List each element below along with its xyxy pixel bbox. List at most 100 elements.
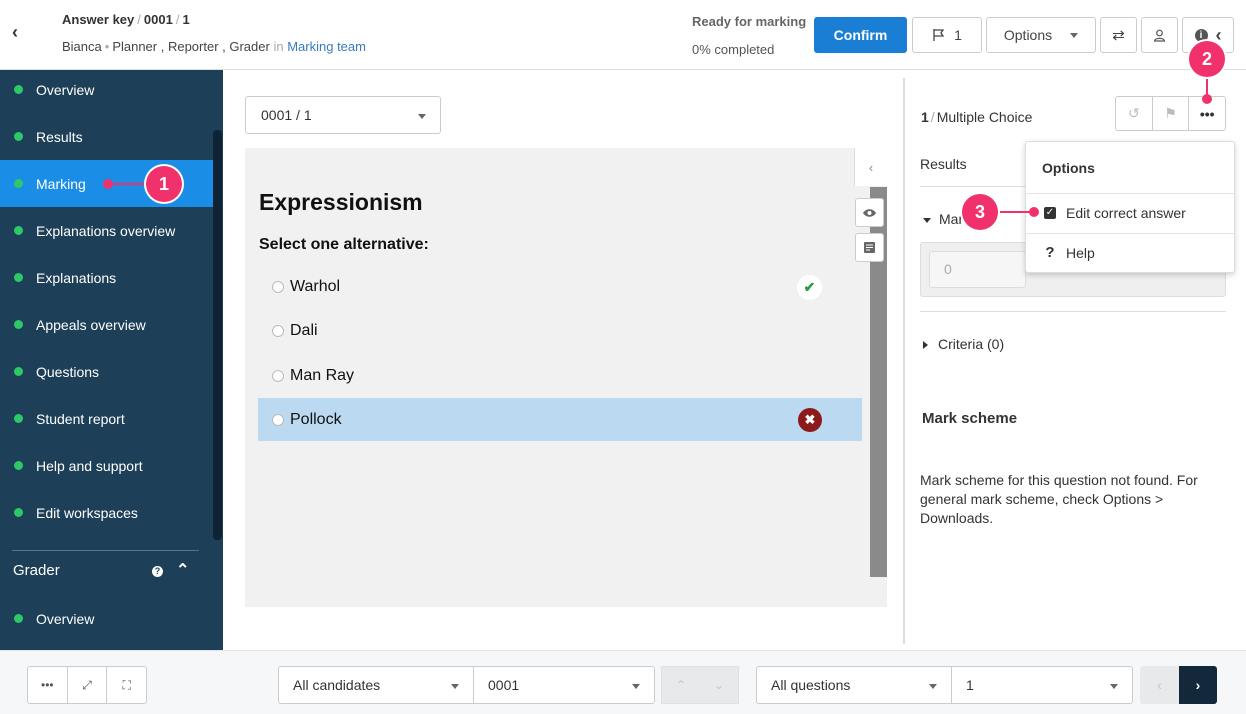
results-label: Results	[920, 156, 967, 172]
radio-button[interactable]	[272, 414, 284, 426]
sidebar-item-questions[interactable]: Questions	[0, 348, 213, 395]
help-icon[interactable]: ?	[152, 566, 163, 577]
status-title: Ready for marking	[692, 14, 807, 29]
swap-button[interactable]: ⇄	[1100, 17, 1137, 53]
status-dot-icon	[14, 132, 23, 141]
status-dot-icon	[14, 85, 23, 94]
chevron-down-icon[interactable]: ⌄	[700, 667, 738, 703]
mark-scheme-text: Mark scheme for this question not found.…	[920, 472, 1198, 526]
sidebar-item-edit-workspaces[interactable]: Edit workspaces	[0, 489, 213, 536]
sidebar-item-appeals-overview[interactable]: Appeals overview	[0, 301, 213, 348]
sidebar-item-label: Overview	[36, 610, 95, 627]
candidate-value: 0001	[488, 677, 520, 693]
view-controls: ••• ⤢ ⛶	[27, 666, 147, 704]
marks-section-toggle[interactable]: Mar	[923, 211, 963, 227]
radio-button[interactable]	[272, 370, 284, 382]
sidebar-item-explanations[interactable]: Explanations	[0, 254, 213, 301]
previous-button[interactable]: ‹	[1140, 666, 1179, 704]
divider	[1026, 193, 1234, 194]
chevron-down-icon	[632, 684, 640, 689]
chevron-down-icon	[451, 684, 459, 689]
options-dropdown: Options ✓ Edit correct answer ? Help	[1025, 141, 1235, 273]
question-number-select[interactable]: 1	[951, 666, 1133, 704]
status-dot-icon	[14, 614, 23, 623]
score-input[interactable]: 0	[929, 251, 1026, 288]
shrink-icon[interactable]: ⤢	[68, 667, 108, 703]
candidate-select[interactable]: 0001	[473, 666, 655, 704]
chevron-left-icon: ‹	[868, 159, 874, 175]
fullscreen-icon[interactable]: ⛶	[107, 667, 146, 703]
user-name: Bianca	[62, 39, 102, 54]
radio-button[interactable]	[272, 281, 284, 293]
sidebar-item-label: Overview	[36, 81, 95, 98]
options-button[interactable]: Options	[986, 17, 1096, 53]
question-number-value: 1	[966, 677, 974, 693]
sidebar-scrollbar[interactable]	[213, 130, 222, 540]
grader-section-title: Grader	[13, 562, 60, 579]
question-title: Expressionism	[259, 189, 423, 215]
sidebar-item-grader-overview[interactable]: Overview	[0, 595, 213, 642]
alternative-label: Warhol	[290, 277, 341, 295]
flag-icon	[933, 29, 945, 41]
status-dot-icon	[14, 367, 23, 376]
question-select[interactable]: 0001 / 1	[245, 96, 441, 134]
help-item[interactable]: ? Help	[1044, 244, 1094, 261]
caret-right-icon	[923, 341, 928, 350]
sidebar-item-label: Explanations overview	[36, 222, 176, 239]
menu-item-label: Edit correct answer	[1066, 205, 1186, 221]
chevron-down-icon	[418, 114, 426, 119]
alternative-man-ray[interactable]: Man Ray	[258, 354, 862, 397]
notes-button[interactable]	[855, 233, 884, 262]
chevron-left-icon: ‹	[1215, 24, 1222, 45]
questions-filter-value: All questions	[771, 677, 851, 693]
questions-filter-select[interactable]: All questions	[756, 666, 952, 704]
sidebar-item-label: Marking	[36, 175, 86, 192]
top-header: ‹ Answer key/0001/1 Bianca • Planner , Rep…	[0, 0, 1246, 70]
more-icon[interactable]: •••	[28, 667, 68, 703]
sidebar-item-results[interactable]: Results	[0, 113, 213, 160]
divider	[1026, 233, 1234, 234]
confirm-button[interactable]: Confirm	[814, 17, 907, 53]
question-type: Multiple Choice	[936, 109, 1033, 125]
flag-icon[interactable]: ⚑	[1153, 97, 1190, 130]
radio-button[interactable]	[272, 325, 284, 337]
alternative-dali[interactable]: Dali	[258, 309, 862, 352]
back-chevron-icon[interactable]: ‹	[12, 22, 32, 46]
sidebar-divider	[12, 550, 199, 551]
chevron-left-icon: ‹	[1157, 677, 1162, 693]
divider	[920, 311, 1226, 312]
alternative-warhol[interactable]: Warhol	[258, 265, 862, 308]
preview-button[interactable]	[855, 198, 884, 227]
edit-correct-answer-item[interactable]: ✓ Edit correct answer	[1044, 205, 1186, 221]
notes-icon	[864, 242, 875, 253]
options-dropdown-title: Options	[1042, 160, 1095, 176]
sidebar-item-label: Questions	[36, 363, 100, 380]
collapse-panel-button[interactable]: ‹	[854, 148, 887, 186]
chevron-up-icon[interactable]: ⌃	[176, 560, 189, 580]
alternative-pollock[interactable]: Pollock	[258, 398, 862, 441]
criteria-toggle[interactable]: Criteria (0)	[923, 336, 1004, 352]
candidates-filter-select[interactable]: All candidates	[278, 666, 474, 704]
chevron-up-icon[interactable]: ⌃	[662, 667, 700, 703]
role-list: Planner , Reporter , Grader	[112, 39, 270, 54]
team-link[interactable]: Marking team	[287, 39, 366, 54]
flag-count: 1	[954, 27, 962, 43]
next-button[interactable]: ›	[1179, 666, 1217, 704]
status-dot-icon	[14, 273, 23, 282]
correct-check-icon: ✔	[797, 275, 822, 300]
sidebar-item-explanations-overview[interactable]: Explanations overview	[0, 207, 213, 254]
user-button[interactable]	[1141, 17, 1178, 53]
sidebar-item-label: Appeals overview	[36, 316, 146, 333]
undo-icon[interactable]: ↺	[1116, 97, 1153, 130]
checkbox-checked-icon[interactable]: ✓	[1044, 207, 1056, 219]
alternative-label: Pollock	[290, 410, 342, 428]
alternative-label: Dali	[290, 321, 318, 339]
sidebar-item-student-report[interactable]: Student report	[0, 395, 213, 442]
candidate-stepper: ⌃ ⌄	[661, 666, 739, 704]
footer-bar: ••• ⤢ ⛶ All candidates 0001 ⌃ ⌄ All ques…	[0, 650, 1246, 714]
callout-1: 1	[146, 166, 182, 202]
callout-dot	[1029, 207, 1039, 217]
sidebar-item-overview[interactable]: Overview	[0, 70, 213, 113]
flag-button[interactable]: 1	[912, 17, 982, 53]
sidebar-item-help-and-support[interactable]: Help and support	[0, 442, 213, 489]
